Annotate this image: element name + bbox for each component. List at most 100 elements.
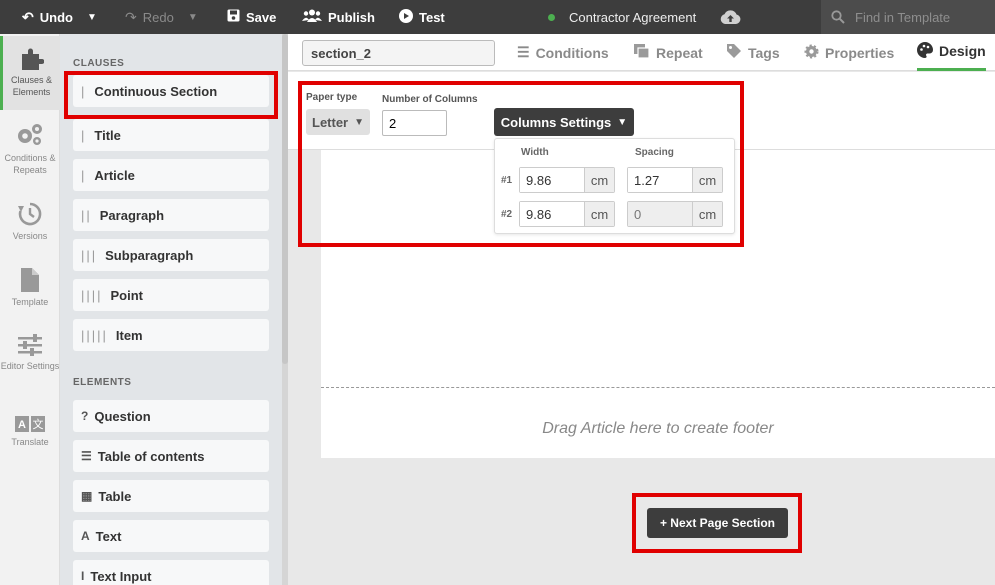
clauses-heading: CLAUSES (73, 58, 125, 69)
paper-type-select[interactable]: Letter ▼ (306, 109, 370, 135)
column-2-spacing-field: cm (627, 201, 723, 227)
tab-design[interactable]: Design (917, 34, 986, 71)
tab-conditions[interactable]: ☰ Conditions (517, 34, 609, 71)
tab-repeat[interactable]: Repeat (634, 34, 703, 71)
tab-label: Conditions (535, 44, 609, 61)
level-bars-icon: |||| (81, 287, 103, 303)
palette-item-item[interactable]: ||||| Item (73, 319, 269, 351)
puzzle-icon (21, 48, 44, 70)
save-label: Save (246, 9, 277, 25)
columns-settings-button[interactable]: Columns Settings ▼ (494, 108, 634, 136)
column-2-width-field[interactable]: cm (519, 201, 615, 227)
test-button[interactable]: Test (399, 0, 445, 34)
save-button[interactable]: Save (227, 0, 276, 34)
file-icon (21, 268, 39, 292)
section-tab-bar: ☰ Conditions Repeat Tags Properties Desi… (288, 34, 995, 71)
design-canvas: Drag Article here to create footer Paper… (288, 72, 995, 585)
history-icon (18, 202, 42, 226)
redo-icon: ↷ (125, 8, 137, 25)
rail-item-versions[interactable]: Versions (0, 202, 60, 242)
palette-item-table-of-contents[interactable]: ☰ Table of contents (73, 440, 269, 472)
translate-icon: A文 (15, 416, 45, 432)
tab-label: Design (939, 43, 986, 59)
tab-label: Repeat (656, 44, 703, 61)
palette-item-title[interactable]: | Title (73, 119, 269, 151)
rail-item-clauses[interactable]: Clauses & Elements (0, 36, 60, 110)
palette-item-subparagraph[interactable]: ||| Subparagraph (73, 239, 269, 271)
column-number: #1 (501, 175, 513, 186)
rail-item-editor-settings[interactable]: Editor Settings (0, 334, 60, 372)
palette-item-text-input[interactable]: I Text Input (73, 560, 269, 585)
publish-button[interactable]: Publish (302, 0, 375, 34)
column-1-width-input[interactable] (520, 168, 584, 192)
top-toolbar: ↶ Undo ▼ ↷ Redo ▼ Save Publish Test Cont… (0, 0, 995, 34)
palette-item-label: Question (94, 408, 151, 424)
spacing-label: Spacing (635, 147, 674, 158)
palette-item-table[interactable]: ▦ Table (73, 480, 269, 512)
undo-icon: ↶ (22, 8, 34, 25)
rail-item-conditions[interactable]: Conditions & Repeats (0, 122, 60, 176)
level-bars-icon: || (81, 207, 92, 223)
unit-label: cm (692, 168, 722, 192)
undo-button[interactable]: ↶ Undo ▼ (22, 0, 97, 34)
rail-item-template[interactable]: Template (0, 268, 60, 308)
tab-properties[interactable]: Properties (804, 34, 894, 71)
sliders-icon (18, 334, 42, 356)
search-box[interactable] (821, 0, 995, 34)
column-1-spacing-input[interactable] (628, 168, 692, 192)
palette-item-label: Title (94, 127, 121, 143)
chevron-down-icon[interactable]: ▼ (87, 12, 97, 23)
cloud-upload-icon[interactable] (720, 9, 741, 25)
play-icon (399, 8, 413, 26)
palette-item-label: Continuous Section (94, 83, 218, 99)
text-cursor-icon: I (81, 569, 85, 583)
svg-text:A: A (18, 419, 26, 431)
palette-item-text[interactable]: A Text (73, 520, 269, 552)
list-icon: ☰ (81, 449, 92, 463)
status-dot-icon (548, 13, 555, 21)
unit-label: cm (584, 202, 614, 226)
rail-item-label: Clauses & Elements (10, 75, 53, 97)
svg-text:文: 文 (33, 417, 44, 431)
column-1-width-field[interactable]: cm (519, 167, 615, 193)
publish-label: Publish (328, 9, 375, 25)
footer-drop-zone[interactable]: Drag Article here to create footer (321, 420, 995, 438)
paper-type-value: Letter (312, 114, 349, 130)
palette-item-continuous-section[interactable]: | Continuous Section (73, 75, 269, 107)
search-input[interactable] (855, 9, 985, 25)
section-name-input[interactable] (302, 40, 495, 66)
palette-item-question[interactable]: ? Question (73, 400, 269, 432)
paper-type-label: Paper type (306, 92, 358, 103)
gears-icon (18, 124, 42, 145)
num-columns-input[interactable] (382, 110, 447, 136)
question-icon: ? (81, 409, 89, 423)
level-bars-icon: | (81, 127, 87, 143)
redo-label: Redo (142, 9, 174, 25)
palette-item-paragraph[interactable]: || Paragraph (73, 199, 269, 231)
palette-item-label: Text Input (90, 568, 152, 584)
palette-item-label: Item (115, 327, 143, 343)
palette-item-label: Point (110, 287, 144, 303)
palette-item-article[interactable]: | Article (73, 159, 269, 191)
palette-item-point[interactable]: |||| Point (73, 279, 269, 311)
users-icon (302, 9, 322, 25)
list-icon: ☰ (517, 44, 530, 60)
unit-label: cm (692, 202, 722, 226)
column-1-spacing-field[interactable]: cm (627, 167, 723, 193)
columns-settings-popover: Width Spacing #1 cm cm #2 cm cm (494, 138, 735, 234)
rail-item-label: Translate (11, 437, 49, 447)
tab-tags[interactable]: Tags (726, 34, 780, 71)
search-icon (831, 10, 845, 24)
chevron-down-icon: ▼ (617, 116, 628, 128)
chevron-down-icon[interactable]: ▼ (188, 12, 198, 23)
left-icon-rail: Clauses & Elements Conditions & Repeats … (0, 34, 60, 585)
columns-settings-label: Columns Settings (500, 114, 612, 130)
font-icon: A (81, 529, 90, 543)
palette-item-label: Table of contents (97, 448, 205, 464)
rail-item-translate[interactable]: A文 Translate (0, 416, 60, 448)
palette-item-label: Table (98, 488, 132, 504)
redo-button[interactable]: ↷ Redo ▼ (125, 0, 198, 34)
column-2-width-input[interactable] (520, 202, 584, 226)
elements-heading: ELEMENTS (73, 377, 132, 388)
next-page-section-button[interactable]: + Next Page Section (647, 508, 788, 538)
